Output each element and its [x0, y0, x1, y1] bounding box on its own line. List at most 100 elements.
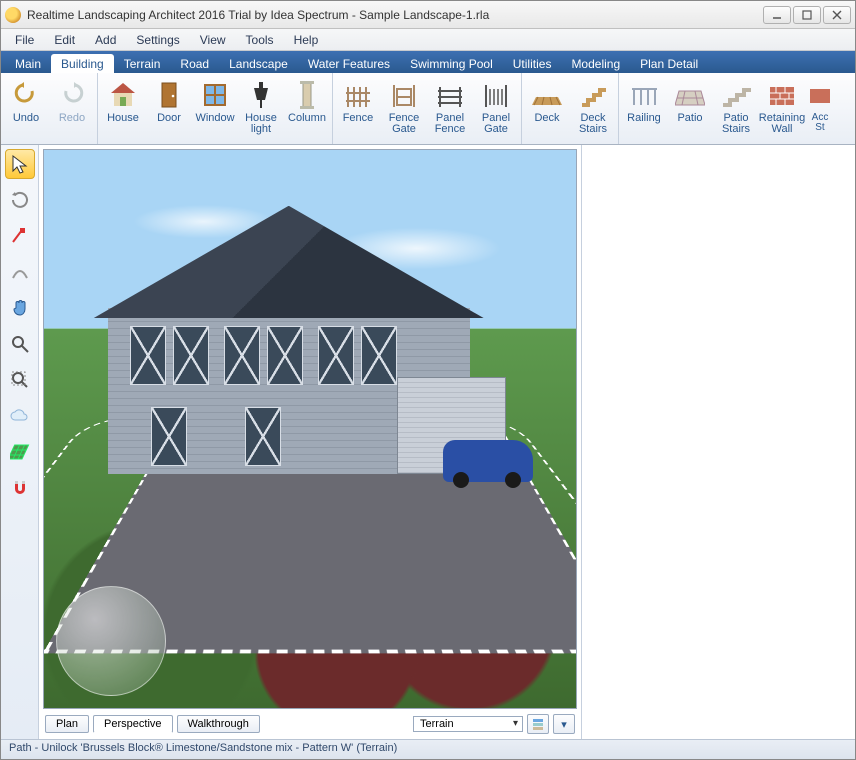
freeform-tool[interactable]	[5, 401, 35, 431]
patio-stairs-button[interactable]: Patio Stairs	[713, 75, 759, 144]
house-window	[151, 407, 187, 466]
wall-icon	[767, 81, 797, 109]
column-label: Column	[288, 113, 326, 137]
fence-icon	[343, 81, 373, 109]
tab-plan-detail[interactable]: Plan Detail	[630, 54, 708, 73]
fence-button[interactable]: Fence	[335, 75, 381, 144]
panel-gate-button[interactable]: Panel Gate	[473, 75, 519, 144]
house-window	[267, 326, 303, 385]
column-icon	[296, 80, 318, 110]
house-button[interactable]: House	[100, 75, 146, 144]
cloud-icon	[10, 406, 30, 426]
retaining-wall-button[interactable]: Retaining Wall	[759, 75, 805, 144]
close-button[interactable]	[823, 6, 851, 24]
select-tool[interactable]	[5, 149, 35, 179]
accent-icon	[808, 81, 832, 109]
deck-icon	[532, 81, 562, 109]
menu-help[interactable]: Help	[284, 29, 329, 50]
tab-utilities[interactable]: Utilities	[503, 54, 562, 73]
minimize-icon	[772, 10, 782, 20]
patio-button[interactable]: Patio	[667, 75, 713, 144]
accent-strip-button[interactable]: AccSt	[805, 75, 835, 144]
menu-file[interactable]: File	[5, 29, 44, 50]
undo-button[interactable]: Undo	[3, 75, 49, 144]
panel-gate-icon	[481, 81, 511, 109]
pan-tool[interactable]	[5, 293, 35, 323]
window-icon	[201, 81, 229, 109]
column-button[interactable]: Column	[284, 75, 330, 144]
tool-group-deck: Deck Deck Stairs	[522, 73, 619, 144]
house-roof	[93, 206, 484, 318]
zoom-tool[interactable]	[5, 329, 35, 359]
view-walkthrough[interactable]: Walkthrough	[177, 715, 260, 733]
menu-view[interactable]: View	[190, 29, 236, 50]
tab-main[interactable]: Main	[5, 54, 51, 73]
curve-tool[interactable]	[5, 257, 35, 287]
railing-icon	[629, 81, 659, 109]
grid-toggle[interactable]	[5, 437, 35, 467]
snap-toggle[interactable]	[5, 473, 35, 503]
menu-tools[interactable]: Tools	[236, 29, 284, 50]
menu-add[interactable]: Add	[85, 29, 126, 50]
fence-gate-button[interactable]: Fence Gate	[381, 75, 427, 144]
door-button[interactable]: Door	[146, 75, 192, 144]
accent-strip-label: AccSt	[812, 113, 829, 137]
layer-filter-button[interactable]	[527, 714, 549, 734]
menu-settings[interactable]: Settings	[126, 29, 189, 50]
tab-road[interactable]: Road	[170, 54, 219, 73]
panel-fence-icon	[435, 81, 465, 109]
view-plan[interactable]: Plan	[45, 715, 89, 733]
retaining-wall-label: Retaining Wall	[759, 113, 805, 137]
tab-building[interactable]: Building	[51, 54, 114, 73]
panel-fence-button[interactable]: Panel Fence	[427, 75, 473, 144]
maximize-button[interactable]	[793, 6, 821, 24]
ribbon-toolbar: Undo Redo House Door Window House light …	[1, 73, 855, 145]
railing-label: Railing	[627, 113, 661, 137]
patio-stairs-icon	[721, 81, 751, 109]
house-window	[130, 326, 166, 385]
tab-water-features[interactable]: Water Features	[298, 54, 400, 73]
house-light-button[interactable]: House light	[238, 75, 284, 144]
house-icon	[108, 80, 138, 110]
tab-landscape[interactable]: Landscape	[219, 54, 298, 73]
window-button[interactable]: Window	[192, 75, 238, 144]
tool-group-house: House Door Window House light Column	[98, 73, 333, 144]
menu-edit[interactable]: Edit	[44, 29, 85, 50]
deck-stairs-label: Deck Stairs	[570, 113, 616, 137]
magnifier-icon	[10, 334, 30, 354]
orbit-tool[interactable]	[5, 185, 35, 215]
patio-stairs-label: Patio Stairs	[713, 113, 759, 137]
tab-terrain[interactable]: Terrain	[114, 54, 171, 73]
viewport-3d[interactable]	[43, 149, 577, 709]
deck-button[interactable]: Deck	[524, 75, 570, 144]
redo-button[interactable]: Redo	[49, 75, 95, 144]
nav-sphere[interactable]	[56, 586, 166, 696]
app-icon	[5, 7, 21, 23]
minimize-button[interactable]	[763, 6, 791, 24]
chevron-down-icon: ▾	[561, 718, 567, 731]
undo-label: Undo	[13, 113, 39, 137]
layer-dropdown-button[interactable]: ▾	[553, 714, 575, 734]
viewbar: Plan Perspective Walkthrough Terrain ▾	[39, 713, 581, 739]
tool-group-history: Undo Redo	[1, 73, 98, 144]
point-edit-icon	[10, 226, 30, 246]
house-window	[361, 326, 397, 385]
redo-icon	[58, 81, 86, 109]
car-model	[443, 440, 533, 482]
house-model	[108, 206, 470, 474]
hand-icon	[10, 298, 30, 318]
house-window	[224, 326, 260, 385]
zoom-region-tool[interactable]	[5, 365, 35, 395]
deck-stairs-button[interactable]: Deck Stairs	[570, 75, 616, 144]
railing-button[interactable]: Railing	[621, 75, 667, 144]
tab-swimming-pool[interactable]: Swimming Pool	[400, 54, 503, 73]
tab-modeling[interactable]: Modeling	[561, 54, 630, 73]
zoom-region-icon	[10, 370, 30, 390]
view-perspective[interactable]: Perspective	[93, 715, 172, 733]
magnet-icon	[10, 478, 30, 498]
layer-select[interactable]: Terrain	[413, 716, 523, 732]
properties-panel	[581, 145, 855, 739]
maximize-icon	[802, 10, 812, 20]
move-point-tool[interactable]	[5, 221, 35, 251]
cursor-icon	[10, 154, 30, 174]
